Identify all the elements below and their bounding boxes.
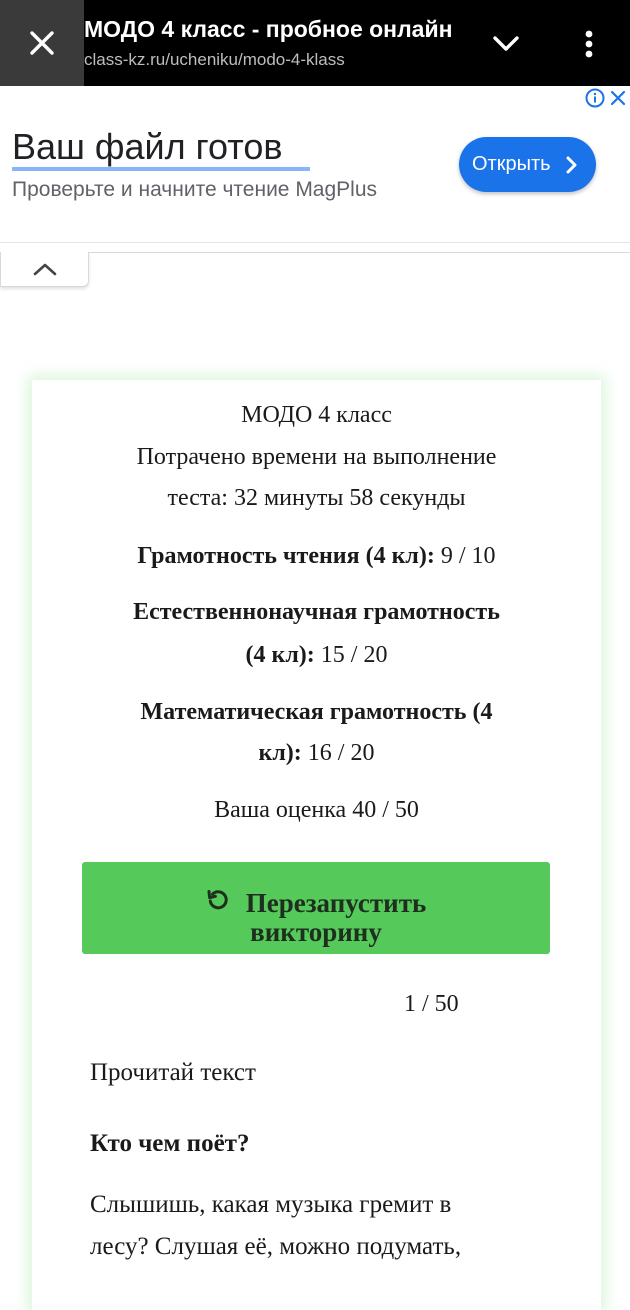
question-title: Кто чем поёт? [90, 1130, 250, 1157]
category-math-label: Математическая грамотность (4 [140, 699, 493, 725]
category-science-score: 15 / 20 [314, 642, 388, 668]
restart-label-line1: Перезапустить [245, 887, 427, 918]
ad-open-label: Открыть [472, 153, 551, 175]
question-text-line1: Слышишь, какая музыка гремит в [90, 1191, 452, 1218]
time-spent-line1: Потрачено времени на выполнение [136, 444, 497, 470]
close-icon [30, 31, 54, 55]
close-button[interactable] [0, 0, 84, 86]
category-science-suffix: (4 кл): [245, 642, 315, 668]
chevron-up-icon [33, 263, 56, 276]
category-math-line2: кл): 16 / 20 [32, 733, 601, 774]
category-reading: Грамотность чтения (4 кл): 9 / 10 [32, 536, 601, 577]
restart-label-line2: викторину [250, 917, 382, 948]
ad-open-button[interactable]: Открыть [459, 137, 596, 192]
category-reading-score: 9 / 10 [434, 543, 496, 569]
chevron-right-icon [566, 156, 577, 173]
more-vert-icon [585, 30, 593, 58]
question-counter: 1 / 50 [404, 991, 459, 1017]
question-text-line2: лесу? Слушая её, можно подумать, [90, 1233, 462, 1260]
category-reading-label: Грамотность чтения (4 кл): [137, 543, 435, 569]
ad-collapse-tab[interactable] [0, 252, 89, 287]
category-science-line2: (4 кл): 15 / 20 [32, 635, 601, 676]
restart-icon [206, 888, 230, 916]
browser-top-bar: МОДО 4 класс - пробное онлайн class-kz.r… [0, 0, 630, 86]
ad-close-icon[interactable] [609, 89, 627, 107]
category-math-suffix: кл): [258, 740, 302, 766]
time-spent-line2: теста: 32 минуты 58 секунды [167, 485, 466, 511]
quiz-name: МОДО 4 класс [241, 402, 392, 428]
ad-headline[interactable]: Ваш файл готов [12, 126, 282, 168]
ad-subtext[interactable]: Проверьте и начните чтение MagPlus [12, 178, 377, 202]
total-score: Ваша оценка 40 / 50 [214, 797, 419, 823]
ad-headline-underline [12, 167, 310, 171]
expand-button[interactable] [486, 26, 526, 62]
question-intro: Прочитай текст [90, 1059, 256, 1086]
divider [87, 252, 630, 253]
restart-quiz-button[interactable]: Перезапустить викторину [82, 862, 550, 954]
overflow-menu-button[interactable] [574, 24, 604, 64]
quiz-card: МОДО 4 класс Потрачено времени на выполн… [32, 380, 601, 1310]
category-science: Естественнонаучная грамотность [32, 592, 601, 633]
category-math-score: 16 / 20 [301, 740, 375, 766]
category-math: Математическая грамотность (4 [32, 692, 601, 733]
info-icon[interactable] [585, 88, 605, 108]
page-url: class-kz.ru/ucheniku/modo-4-klass [84, 50, 345, 69]
page-title: МОДО 4 класс - пробное онлайн [84, 16, 453, 42]
chevron-down-icon [493, 36, 519, 51]
category-science-label: Естественнонаучная грамотность [133, 599, 500, 625]
question-text: Слышишь, какая музыка гремит в лесу? Слу… [90, 1184, 550, 1268]
